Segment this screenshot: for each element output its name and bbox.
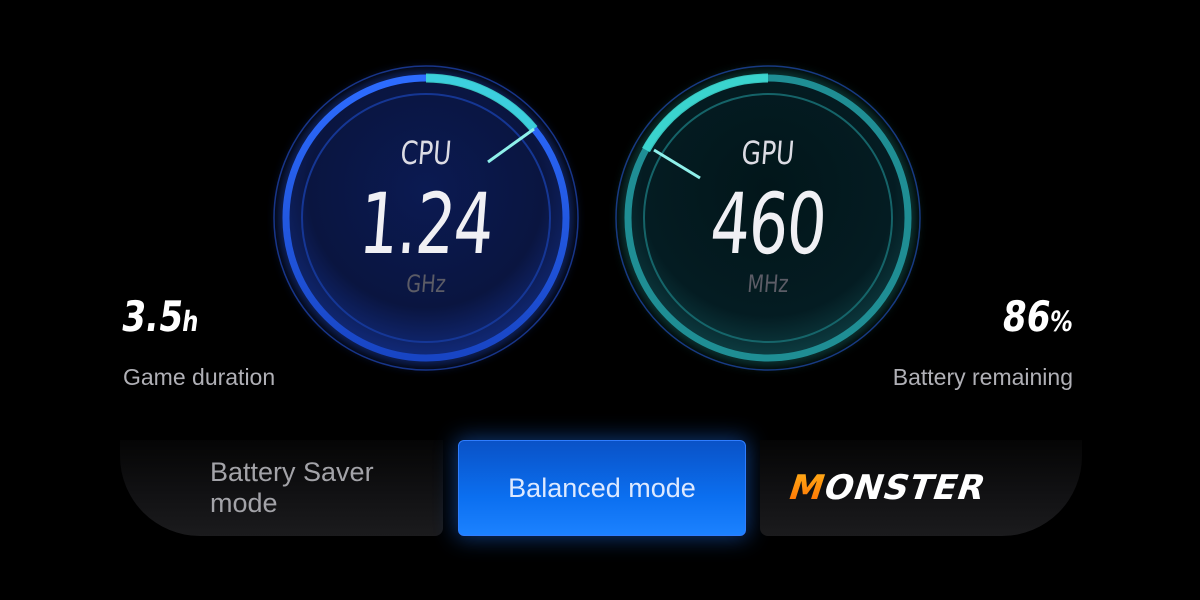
monster-logo: M ONSTER (784, 468, 992, 508)
cpu-frequency-unit: GHz (405, 270, 447, 298)
gpu-gauge: GPU 460 MHz (608, 58, 928, 378)
cpu-frequency-value: 1.24 (355, 175, 497, 273)
monster-mode-button[interactable]: M ONSTER (760, 440, 1082, 536)
game-duration-number: 3.5 (118, 292, 187, 341)
battery-saver-mode-button[interactable]: Battery Saver mode (120, 440, 443, 536)
gpu-gauge-title: GPU (740, 134, 796, 172)
balanced-mode-label: Balanced mode (508, 472, 696, 503)
cpu-gauge-title: CPU (399, 134, 453, 172)
gpu-frequency-value: 460 (707, 175, 829, 273)
game-duration-unit: h (180, 305, 202, 338)
battery-remaining-number: 86 (999, 292, 1055, 341)
battery-remaining-value: 86% (1000, 292, 1077, 341)
game-performance-panel: CPU 1.24 GHz GPU 460 MHz 3.5h Game durat… (0, 0, 1200, 600)
game-duration-label: Game duration (123, 364, 276, 390)
cpu-gauge: CPU 1.24 GHz (266, 58, 586, 378)
monster-logo-text: ONSTER (818, 468, 992, 508)
battery-saver-mode-label: Battery Saver mode (210, 457, 374, 518)
battery-remaining-unit: % (1048, 305, 1076, 338)
game-duration-value: 3.5h (119, 292, 202, 341)
gpu-frequency-unit: MHz (746, 270, 790, 298)
battery-remaining-label: Battery remaining (892, 364, 1073, 390)
balanced-mode-button[interactable]: Balanced mode (458, 440, 746, 536)
